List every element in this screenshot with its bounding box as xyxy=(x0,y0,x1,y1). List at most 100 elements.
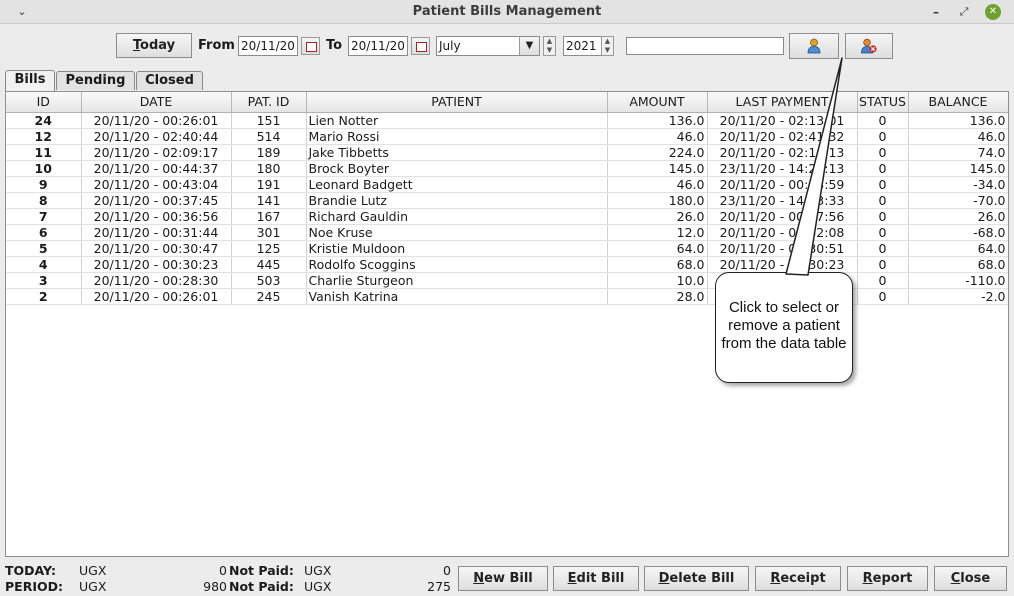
cell-id: 12 xyxy=(6,128,82,145)
to-label: To xyxy=(326,38,343,53)
cell-balance: -110.0 xyxy=(908,272,1008,289)
cell-balance: -68.0 xyxy=(908,224,1008,241)
cell-status: 0 xyxy=(857,112,909,129)
table-row[interactable]: 12 20/11/20 - 02:40:44 514 Mario Rossi 46.0 2… xyxy=(6,128,1008,145)
today-button[interactable]: Today xyxy=(116,33,192,58)
patient-search-field[interactable] xyxy=(626,37,784,55)
cell-amount: 28.0 xyxy=(607,288,708,305)
table-row[interactable]: 24 20/11/20 - 00:26:01 151 Lien Notter 136.0… xyxy=(6,112,1008,129)
table-row[interactable]: 6 20/11/20 - 00:31:44 301 Noe Kruse 12.0 20/1… xyxy=(6,224,1008,241)
table-row[interactable]: 2 20/11/20 - 00:26:01 245 Vanish Katrina 28.… xyxy=(6,288,1008,305)
cell-amount: 136.0 xyxy=(607,112,708,129)
cell-status: 0 xyxy=(857,160,909,177)
cell-patient-id: 141 xyxy=(231,192,307,209)
select-patient-button[interactable] xyxy=(789,33,839,59)
cell-amount: 145.0 xyxy=(607,160,708,177)
cell-id: 24 xyxy=(6,112,82,129)
minimize-icon[interactable]: – xyxy=(928,3,944,21)
column-header-patient[interactable]: PATIENT xyxy=(306,92,608,113)
bills-table[interactable]: ID DATE PAT. ID PATIENT AMOUNT LAST PAYM… xyxy=(5,91,1009,557)
cell-balance: 74.0 xyxy=(908,144,1008,161)
cell-date: 20/11/20 - 02:40:44 xyxy=(81,128,232,145)
cell-patient-id: 514 xyxy=(231,128,307,145)
table-row[interactable]: 4 20/11/20 - 00:30:23 445 Rodolfo Scoggins 6… xyxy=(6,256,1008,273)
cell-amount: 46.0 xyxy=(607,176,708,193)
from-date-field[interactable]: 20/11/20 xyxy=(238,36,298,56)
cell-status: 0 xyxy=(857,288,909,305)
column-header-balance[interactable]: BALANCE xyxy=(908,92,1008,113)
edit-bill-button[interactable]: Edit Bill xyxy=(553,566,639,591)
cell-date: 20/11/20 - 00:26:01 xyxy=(81,288,232,305)
title-bar: ⌄ Patient Bills Management – ⤢ ✕ xyxy=(0,0,1014,24)
cell-last-payment: 20/11/20 - 00:43:59 xyxy=(707,176,858,193)
table-row[interactable]: 9 20/11/20 - 00:43:04 191 Leonard Badgett 46… xyxy=(6,176,1008,193)
tab-pending[interactable]: Pending xyxy=(56,71,135,90)
footer-today-value: 0 xyxy=(219,563,227,578)
column-header-id[interactable]: ID xyxy=(6,92,82,113)
column-header-amount[interactable]: AMOUNT xyxy=(607,92,708,113)
cell-id: 3 xyxy=(6,272,82,289)
close-button[interactable]: Close xyxy=(934,566,1007,591)
column-header-patient-id[interactable]: PAT. ID xyxy=(231,92,307,113)
cell-last-payment: 20/11/20 - 02:41:32 xyxy=(707,128,858,145)
cell-patient: Leonard Badgett xyxy=(306,176,608,193)
report-button[interactable]: Report xyxy=(847,566,928,591)
footer-today-not-paid-value: 0 xyxy=(443,563,451,578)
month-dropdown-icon[interactable]: ▼ xyxy=(519,37,539,55)
table-row[interactable]: 8 20/11/20 - 00:37:45 141 Brandie Lutz 180.0… xyxy=(6,192,1008,209)
cell-patient-id: 445 xyxy=(231,256,307,273)
maximize-icon[interactable]: ⤢ xyxy=(956,3,972,21)
cell-last-payment: 20/11/20 - 00:37:56 xyxy=(707,208,858,225)
cell-id: 7 xyxy=(6,208,82,225)
month-select[interactable]: July ▼ xyxy=(436,36,540,56)
to-calendar-icon[interactable] xyxy=(411,37,430,55)
from-calendar-icon[interactable] xyxy=(301,37,320,55)
delete-bill-button[interactable]: Delete Bill xyxy=(644,566,749,591)
year-field[interactable]: 2021 xyxy=(563,36,603,56)
close-label: Close xyxy=(950,571,991,586)
cell-id: 4 xyxy=(6,256,82,273)
tab-bills[interactable]: Bills xyxy=(5,70,55,91)
cell-id: 8 xyxy=(6,192,82,209)
cell-patient-id: 191 xyxy=(231,176,307,193)
cell-date: 20/11/20 - 00:44:37 xyxy=(81,160,232,177)
cell-id: 2 xyxy=(6,288,82,305)
cell-patient-id: 503 xyxy=(231,272,307,289)
cell-status: 0 xyxy=(857,256,909,273)
month-select-value: July xyxy=(439,39,461,53)
table-row[interactable]: 3 20/11/20 - 00:28:30 503 Charlie Sturgeon 1… xyxy=(6,272,1008,289)
cell-last-payment: 20/11/20 - 02:13:01 xyxy=(707,112,858,129)
close-window-icon[interactable]: ✕ xyxy=(985,4,1001,20)
cell-last-payment: 23/11/20 - 14:23:33 xyxy=(707,192,858,209)
year-spinner-icon[interactable]: ▲ ▼ xyxy=(601,36,614,56)
to-date-field[interactable]: 20/11/20 xyxy=(348,36,408,56)
new-bill-button[interactable]: New Bill xyxy=(458,566,548,591)
receipt-button[interactable]: Receipt xyxy=(755,566,841,591)
cell-status: 0 xyxy=(857,224,909,241)
remove-patient-button[interactable] xyxy=(845,33,893,59)
table-row[interactable]: 10 20/11/20 - 00:44:37 180 Brock Boyter 145.… xyxy=(6,160,1008,177)
cell-date: 20/11/20 - 00:31:44 xyxy=(81,224,232,241)
month-spinner-icon[interactable]: ▲ ▼ xyxy=(543,36,556,56)
footer-today-label: TODAY: xyxy=(5,563,56,578)
cell-id: 11 xyxy=(6,144,82,161)
table-row[interactable]: 7 20/11/20 - 00:36:56 167 Richard Gauldin 26… xyxy=(6,208,1008,225)
cell-patient-id: 125 xyxy=(231,240,307,257)
column-header-status[interactable]: STATUS xyxy=(857,92,909,113)
cell-amount: 180.0 xyxy=(607,192,708,209)
tab-closed[interactable]: Closed xyxy=(136,71,203,90)
table-row[interactable]: 5 20/11/20 - 00:30:47 125 Kristie Muldoon 64… xyxy=(6,240,1008,257)
column-header-date[interactable]: DATE xyxy=(81,92,232,113)
cell-id: 5 xyxy=(6,240,82,257)
cell-amount: 64.0 xyxy=(607,240,708,257)
footer-period-currency: UGX xyxy=(79,579,107,594)
column-header-last-payment[interactable]: LAST PAYMENT xyxy=(707,92,858,113)
cell-patient: Mario Rossi xyxy=(306,128,608,145)
table-row[interactable]: 11 20/11/20 - 02:09:17 189 Jake Tibbetts 224… xyxy=(6,144,1008,161)
cell-date: 20/11/20 - 00:26:01 xyxy=(81,112,232,129)
cell-last-payment: 20/11/20 - 00:30:23 xyxy=(707,256,858,273)
cell-patient: Brock Boyter xyxy=(306,160,608,177)
cell-patient: Jake Tibbetts xyxy=(306,144,608,161)
footer-period-not-paid-currency: UGX xyxy=(304,579,332,594)
cell-patient-id: 151 xyxy=(231,112,307,129)
